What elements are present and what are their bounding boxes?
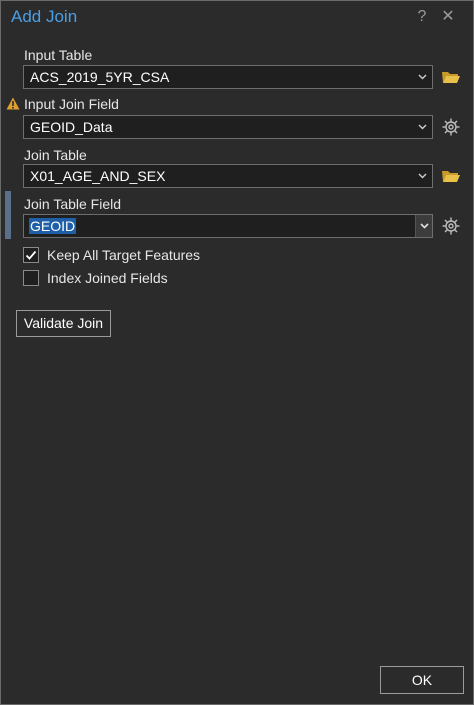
ok-button[interactable]: OK [380, 666, 464, 694]
close-button[interactable]: ✕ [438, 7, 458, 27]
join-table-label: Join Table [24, 147, 87, 163]
dropdown-button[interactable] [415, 215, 432, 237]
index-joined-checkbox[interactable] [23, 270, 39, 286]
keep-all-label[interactable]: Keep All Target Features [47, 247, 200, 263]
input-join-field-value: GEOID_Data [30, 119, 113, 135]
focus-indicator [5, 191, 11, 239]
index-joined-label[interactable]: Index Joined Fields [47, 270, 168, 286]
chevron-down-icon [418, 74, 427, 80]
join-table-dropdown[interactable]: X01_AGE_AND_SEX [23, 164, 433, 188]
input-table-value: ACS_2019_5YR_CSA [30, 69, 170, 85]
validate-join-button[interactable]: Validate Join [16, 310, 111, 337]
checkmark-icon [25, 250, 37, 260]
add-join-dialog: Add Join ? ✕ Input Table ACS_2019_5YR_CS… [0, 0, 474, 705]
chevron-down-icon [418, 124, 427, 130]
help-button[interactable]: ? [412, 7, 432, 27]
join-table-value: X01_AGE_AND_SEX [30, 168, 166, 184]
gear-icon[interactable] [441, 117, 461, 137]
input-join-field-dropdown[interactable]: GEOID_Data [23, 115, 433, 139]
chevron-down-icon [420, 223, 429, 229]
chevron-down-icon [418, 173, 427, 179]
folder-icon[interactable] [441, 168, 461, 184]
input-table-dropdown[interactable]: ACS_2019_5YR_CSA [23, 65, 433, 89]
input-table-label: Input Table [24, 47, 93, 63]
folder-icon[interactable] [441, 69, 461, 85]
input-join-field-label: Input Join Field [24, 96, 119, 112]
title-bar: Add Join ? ✕ [1, 1, 473, 33]
join-table-field-label: Join Table Field [24, 196, 122, 212]
warning-icon [6, 97, 20, 110]
dialog-title: Add Join [11, 7, 78, 26]
keep-all-checkbox[interactable] [23, 247, 39, 263]
gear-icon[interactable] [441, 216, 461, 236]
join-table-field-dropdown[interactable]: GEOID [23, 214, 433, 238]
join-table-field-value[interactable]: GEOID [29, 218, 77, 234]
